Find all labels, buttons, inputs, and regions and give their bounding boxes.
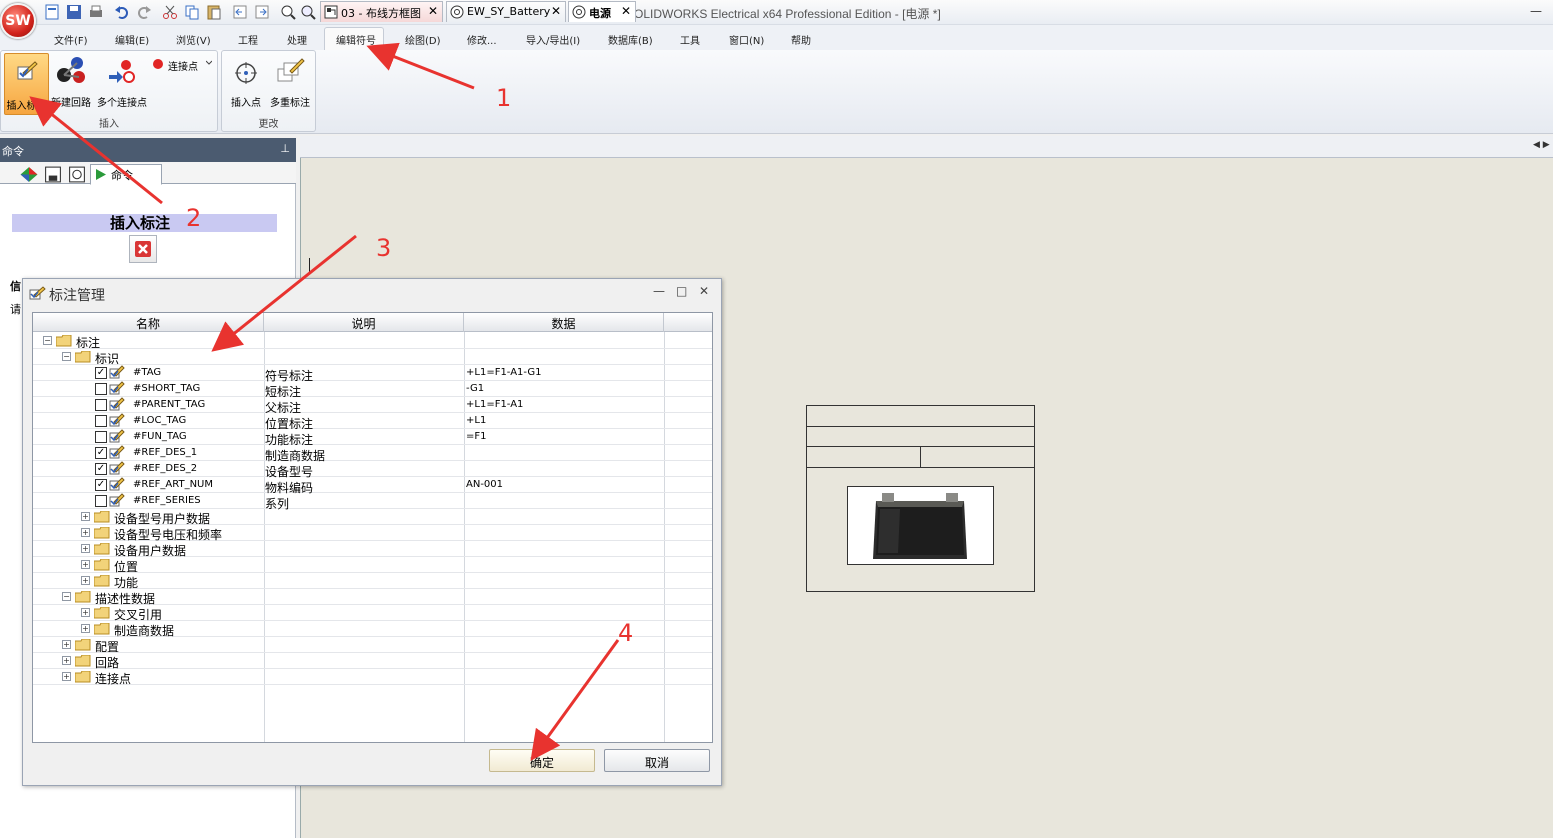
annotation-number-4: 4: [618, 619, 634, 647]
annotation-arrow-1: [366, 42, 475, 90]
annotation-arrows: [29, 42, 620, 761]
app-logo[interactable]: SW: [0, 3, 36, 39]
annotation-number-3: 3: [376, 234, 392, 262]
annotation-arrow-2: [29, 96, 163, 205]
annotation-number-2: 2: [186, 204, 202, 232]
annotation-arrow-3: [211, 234, 357, 352]
annotation-arrow-4: [530, 639, 620, 761]
annotation-number-1: 1: [496, 84, 512, 112]
